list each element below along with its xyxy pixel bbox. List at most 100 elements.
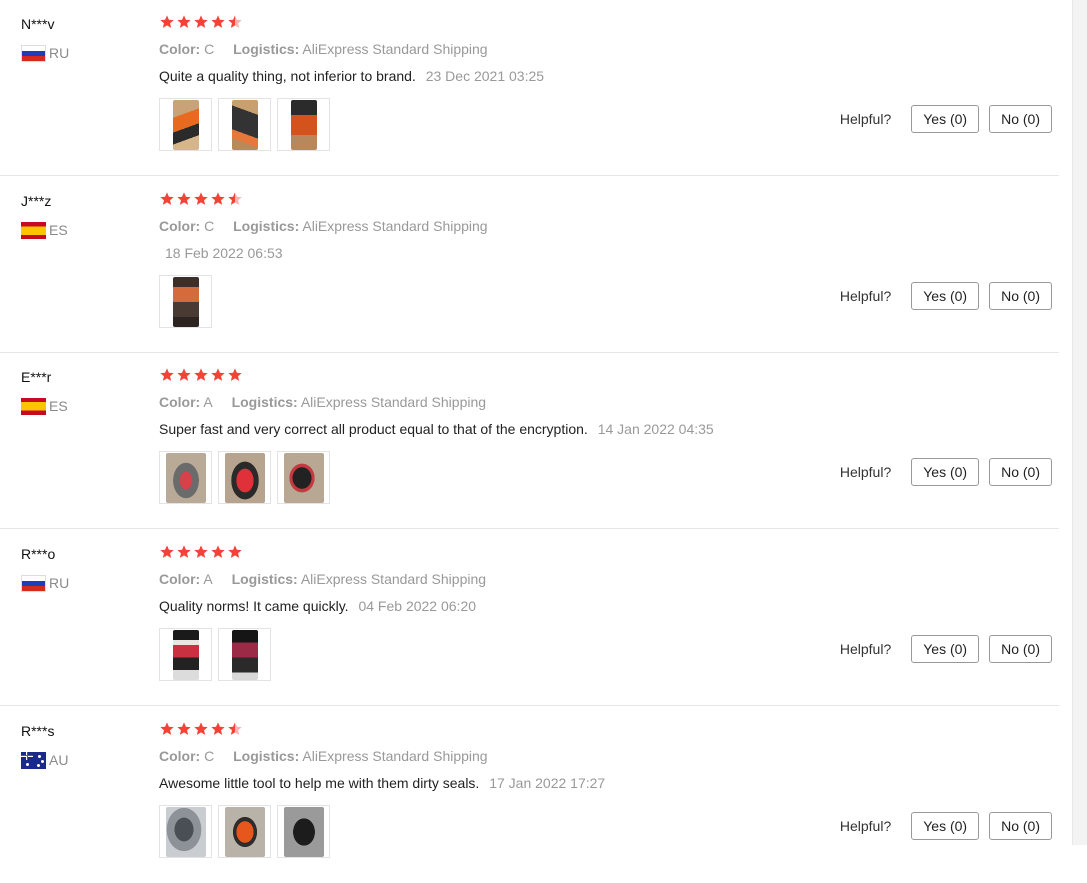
photo-thumbnail [283,452,324,503]
star-rating [159,544,243,560]
logistics-label: Logistics: [233,748,300,764]
helpful-vote: Helpful? Yes (0) No (0) [840,282,1052,310]
star-icon [193,14,209,30]
photo-thumbnail [290,99,317,150]
review-text: Super fast and very correct all product … [159,421,714,437]
review-photo[interactable] [218,628,271,681]
country-code: ES [49,398,68,414]
review-date: 17 Jan 2022 17:27 [489,775,606,791]
reviewer-country: AU [21,751,68,769]
helpful-label: Helpful? [839,288,892,304]
no-button[interactable]: No (0) [989,282,1052,310]
star-icon [210,367,226,383]
review-photos [159,451,330,504]
star-icon [176,367,192,383]
review-item: E***r ES Color: A Logistics: AliExpress … [0,353,1059,529]
review-body: Super fast and very correct all product … [159,421,588,437]
review-meta: Color: C Logistics: AliExpress Standard … [159,41,500,57]
star-icon [159,721,175,737]
review-meta: Color: A Logistics: AliExpress Standard … [159,571,498,587]
star-rating [159,367,243,383]
review-photo[interactable] [277,451,330,504]
review-date: 23 Dec 2021 03:25 [425,68,545,84]
photo-thumbnail [231,629,258,680]
color-label: Color: [159,394,201,410]
country-code: RU [49,575,70,591]
color-label: Color: [159,571,201,587]
review-meta: Color: A Logistics: AliExpress Standard … [159,394,498,410]
review-photo[interactable] [277,805,330,858]
review-photos [159,628,271,681]
no-button[interactable]: No (0) [989,105,1052,133]
star-icon [176,191,192,207]
helpful-vote: Helpful? Yes (0) No (0) [840,635,1052,663]
helpful-vote: Helpful? Yes (0) No (0) [840,105,1052,133]
review-item: J***z ES Color: C Logistics: AliExpress … [0,177,1059,353]
star-icon [193,191,209,207]
photo-thumbnail [172,276,199,327]
star-icon [193,367,209,383]
review-meta: Color: C Logistics: AliExpress Standard … [159,748,500,764]
reviewer-name: J***z [21,193,52,209]
review-item: N***v RU Color: C Logistics: AliExpress … [0,0,1059,176]
review-photo[interactable] [218,98,271,151]
star-icon [210,721,226,737]
review-photos [159,805,330,858]
review-photo[interactable] [218,451,271,504]
no-button[interactable]: No (0) [989,812,1052,840]
yes-button[interactable]: Yes (0) [911,105,980,133]
color-label: Color: [159,41,201,57]
photo-thumbnail [165,452,206,503]
no-button[interactable]: No (0) [989,635,1052,663]
au-flag-icon [21,751,46,769]
star-icon [176,721,192,737]
photo-thumbnail [224,806,265,857]
review-body: Awesome little tool to help me with them… [159,775,480,791]
helpful-label: Helpful? [839,818,892,834]
country-code: ES [49,222,68,238]
star-icon [210,191,226,207]
es-flag-icon [21,397,46,415]
photo-thumbnail [172,99,199,150]
star-icon [210,14,226,30]
review-text: Awesome little tool to help me with them… [159,775,605,791]
logistics-label: Logistics: [231,394,298,410]
logistics-value: AliExpress Standard Shipping [300,394,487,410]
star-icon [227,367,243,383]
yes-button[interactable]: Yes (0) [911,458,980,486]
photo-thumbnail [172,629,199,680]
reviewer-country: ES [21,221,68,239]
star-rating [159,191,243,207]
review-item: R***s AU Color: C Logistics: AliExpress … [0,707,1059,883]
logistics-value: AliExpress Standard Shipping [302,748,488,764]
review-photo[interactable] [218,805,271,858]
review-meta: Color: C Logistics: AliExpress Standard … [159,218,500,234]
country-code: RU [49,45,70,61]
review-photo[interactable] [159,98,212,151]
helpful-label: Helpful? [839,111,892,127]
review-photo[interactable] [159,628,212,681]
review-photos [159,98,330,151]
no-button[interactable]: No (0) [989,458,1052,486]
photo-thumbnail [283,806,324,857]
star-icon [210,544,226,560]
review-photo[interactable] [159,275,212,328]
review-photo[interactable] [277,98,330,151]
yes-button[interactable]: Yes (0) [911,282,980,310]
color-label: Color: [159,218,201,234]
yes-button[interactable]: Yes (0) [911,812,980,840]
color-value: C [204,218,215,234]
review-photos [159,275,212,328]
helpful-vote: Helpful? Yes (0) No (0) [840,812,1052,840]
scrollbar-track[interactable] [1073,0,1087,845]
country-code: AU [49,752,69,768]
half-star-icon [227,721,243,737]
review-photo[interactable] [159,805,212,858]
reviewer-name: R***s [21,723,55,739]
review-photo[interactable] [159,451,212,504]
half-star-icon [227,191,243,207]
color-value: A [203,571,213,587]
yes-button[interactable]: Yes (0) [911,635,980,663]
reviewer-name: R***o [21,546,56,562]
ru-flag-icon [21,574,46,592]
